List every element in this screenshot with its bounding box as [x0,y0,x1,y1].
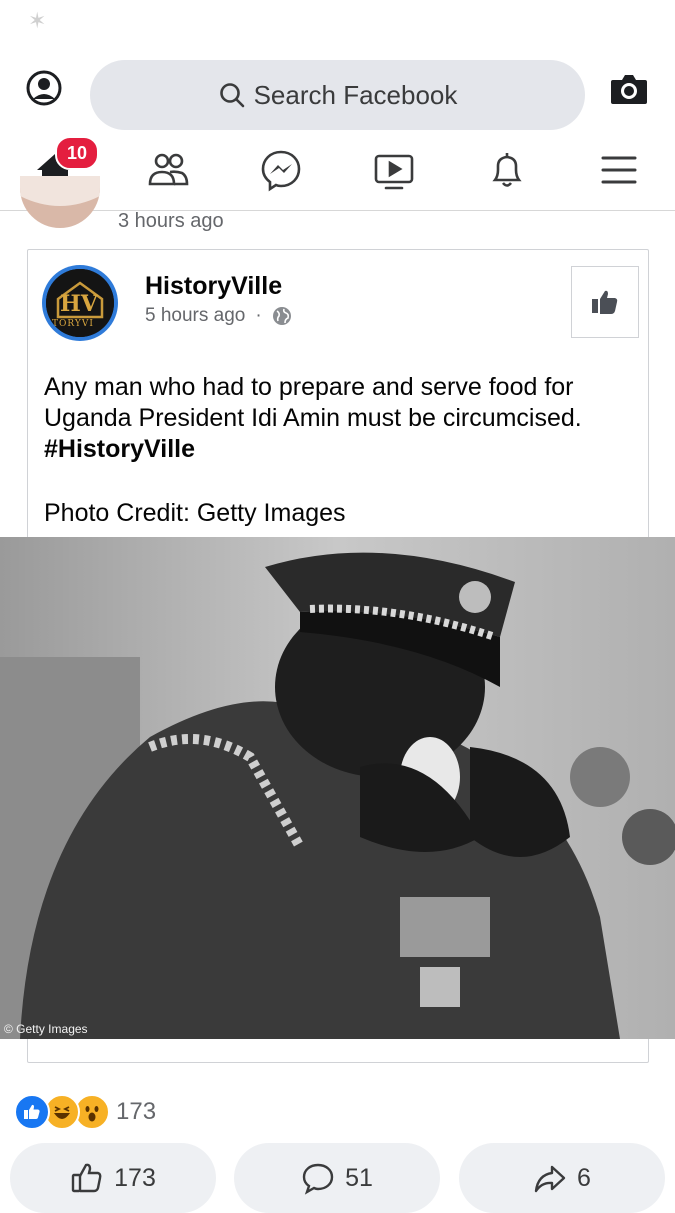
page-name[interactable]: HistoryVille [145,272,282,301]
menu-icon[interactable] [597,148,641,192]
comment-icon [302,1163,334,1195]
page-logo-text: HV [60,291,98,317]
post-meta: 5 hours ago · [145,305,292,327]
photo-watermark: © Getty Images [4,1022,88,1036]
previous-post-timestamp[interactable]: 3 hours ago [118,210,224,233]
notifications-bell-icon[interactable] [485,148,529,192]
share-icon [534,1165,566,1193]
like-button[interactable]: 173 [10,1143,216,1213]
previous-post-avatar[interactable] [20,176,100,228]
friends-icon[interactable] [146,148,190,192]
messenger-icon[interactable] [259,148,303,192]
home-notification-badge: 10 [55,136,99,170]
watch-icon[interactable] [372,148,416,192]
post-text: Any man who had to prepare and serve foo… [44,373,582,432]
like-count: 173 [114,1163,156,1192]
page-avatar[interactable]: HV TORYVI [42,265,118,341]
camera-icon[interactable] [610,72,648,106]
search-icon [219,83,244,108]
hashtag-link[interactable]: #HistoryVille [44,435,195,463]
main-nav [0,130,675,211]
comment-button[interactable]: 51 [234,1143,440,1213]
globe-icon [272,307,291,325]
comment-count: 51 [345,1163,373,1192]
status-bar-icon: ✶ [28,8,47,33]
page-logo-subtext: TORYVI [52,319,94,329]
post-body: Any man who had to prepare and serve foo… [44,372,644,465]
photo-credit: Photo Credit: Getty Images [44,499,346,527]
post-photo[interactable] [0,537,675,1039]
search-placeholder: Search Facebook [253,79,458,110]
share-count: 6 [577,1163,591,1192]
post-timestamp[interactable]: 5 hours ago [145,305,245,327]
thumbs-up-icon [592,290,618,314]
meta-separator: · [255,305,262,326]
search-bar[interactable]: Search Facebook [90,60,585,130]
thumbs-up-outline-icon [71,1163,102,1193]
like-page-button[interactable] [571,266,639,338]
share-button[interactable]: 6 [459,1143,665,1213]
like-reaction-icon [14,1094,50,1130]
reactions-summary[interactable] [14,1094,110,1130]
profile-icon[interactable] [26,70,62,106]
reactions-count[interactable]: 173 [116,1098,156,1126]
